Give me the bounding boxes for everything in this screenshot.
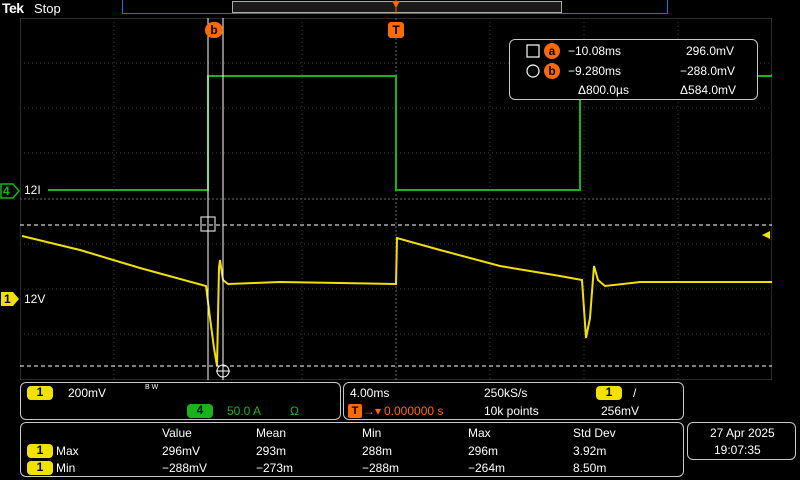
cursor-b-value: −288.0mV [680,64,736,78]
top-status-bar: Tek Stop [0,0,800,18]
ch4-ground-marker[interactable]: 4 [0,183,20,204]
measurements-panel[interactable]: Value Mean Min Max Std Dev 1 Max 296mV 2… [20,422,684,477]
cursor-readout-panel[interactable]: a −10.08ms 296.0mV b −9.280ms −288.0mV Δ… [509,39,758,100]
timebase[interactable]: 4.00ms [350,386,389,400]
datetime-panel[interactable]: 27 Apr 2025 19:07:35 [687,422,796,460]
measurement-stddev: 3.92m [573,444,607,458]
sample-rate: 250kS/s [484,386,528,400]
trigger-position[interactable]: 0.000000 s [384,404,443,418]
acquisition-panel[interactable]: 4.00ms 250kS/s 1 / T →▾ 0.000000 s 10k p… [343,382,684,420]
measurement-stddev: 8.50m [573,461,607,475]
cursor-a-badge: a [544,43,560,59]
measurement-channel-badge[interactable]: 1 [27,461,53,475]
measurement-value: 296mV [162,444,201,458]
cursor-b-readout-badge: b [544,63,560,79]
cursor-b-badge[interactable]: b [205,22,223,38]
brand-logo: Tek [2,0,24,16]
measurement-header: Mean [256,426,287,440]
cursor-b-time: −9.280ms [568,64,622,78]
cursor-a-value: 296.0mV [686,44,735,58]
trigger-level-icon[interactable] [761,230,771,240]
measurement-header: Value [162,426,192,440]
bandwidth-limit-icon: B W [145,384,159,391]
termination-icon: Ω [290,404,299,418]
cursor-delta-time: Δ800.0µs [578,83,629,97]
measurement-name: Min [56,461,76,475]
ch4-settings-badge[interactable]: 4 [187,404,213,418]
ch1-scale[interactable]: 200mV [68,386,106,400]
date: 27 Apr 2025 [710,426,775,440]
ch1-settings-badge[interactable]: 1 [27,386,53,400]
trigger-level[interactable]: 256mV [601,404,639,418]
time: 19:07:35 [714,443,761,457]
ch1-marker-label: 12V [24,292,46,306]
cursor-a-time: −10.08ms [568,44,622,58]
measurement-name: Max [56,444,79,458]
channel-settings-panel[interactable]: 1 200mV B W 4 50.0 A Ω [20,382,341,420]
trigger-marker[interactable]: T [388,22,404,38]
cursor-b-circle-icon [526,64,540,78]
ch4-marker-label: 12I [24,183,41,197]
trigger-position-icon [392,0,400,14]
measurement-channel-badge[interactable]: 1 [27,444,53,458]
measurement-min: 288m [362,444,393,458]
trigger-slope-icon: / [633,386,637,400]
measurement-value: −288mV [162,461,208,475]
measurement-header: Max [468,426,491,440]
measurement-max: 296m [468,444,499,458]
trigger-arrow-icon: →▾ [363,404,382,418]
trigger-position-badge: T [348,404,362,418]
cursor-delta-value: Δ584.0mV [680,83,737,97]
cursor-a-square-icon [526,44,540,58]
measurement-header: Std Dev [573,426,616,440]
ch1-ground-marker[interactable]: 1 [0,291,20,312]
record-length[interactable]: 10k points [484,404,539,418]
measurement-header: Min [362,426,382,440]
measurement-min: −288m [362,461,400,475]
measurement-max: −264m [468,461,506,475]
measurement-mean: 293m [256,444,287,458]
trigger-source-badge[interactable]: 1 [596,386,622,400]
measurement-mean: −273m [256,461,294,475]
acquisition-state[interactable]: Stop [34,1,61,16]
ch4-scale[interactable]: 50.0 A [227,404,261,418]
